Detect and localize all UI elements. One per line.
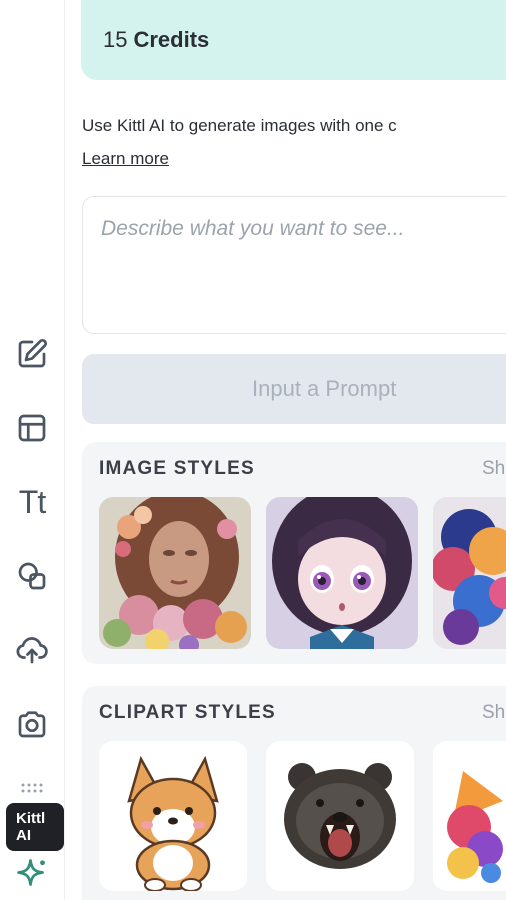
shapes-tool[interactable] — [10, 554, 54, 598]
learn-more-link[interactable]: Learn more — [82, 149, 169, 169]
text-tool[interactable]: Tt — [10, 480, 54, 524]
upload-tool[interactable] — [10, 628, 54, 672]
clipart-style-colorful-fox[interactable] — [433, 741, 506, 891]
image-style-anime[interactable] — [266, 497, 418, 649]
clipart-style-bear[interactable] — [266, 741, 414, 891]
layout-icon — [18, 414, 46, 442]
layout-tool[interactable] — [10, 406, 54, 450]
clipart-style-corgi[interactable] — [99, 741, 247, 891]
credits-label: Credits — [133, 27, 210, 52]
clipart-styles-title: CLIPART STYLES — [99, 702, 276, 723]
flower-portrait-thumbnail — [99, 497, 251, 649]
image-styles-show-all[interactable]: Sh — [482, 458, 505, 480]
corgi-sticker-thumbnail — [127, 755, 219, 891]
text-icon: Tt — [18, 483, 46, 520]
clipart-styles-section: CLIPART STYLES Sh — [82, 686, 506, 900]
tool-rail: Tt Kittl AI — [0, 0, 65, 900]
intro-text: Use Kittl AI to generate images with one… — [82, 116, 397, 135]
kittl-ai-tool[interactable] — [10, 852, 54, 896]
bear-sticker-thumbnail — [284, 763, 396, 869]
image-style-colorful-portrait[interactable] — [433, 497, 506, 649]
ai-image-panel: Tt Kittl AI 15 Credits Use Kittl AI to g… — [0, 0, 506, 900]
kittl-ai-tooltip: Kittl AI — [6, 803, 64, 851]
colorful-portrait-thumbnail — [433, 497, 506, 649]
clipart-styles-show-all[interactable]: Sh — [482, 702, 505, 724]
colorful-fox-thumbnail — [447, 771, 503, 883]
edit-icon — [18, 338, 48, 368]
anime-girl-thumbnail — [266, 497, 418, 649]
image-styles-section: IMAGE STYLES Sh — [82, 442, 506, 664]
credits-banner: 15 Credits — [81, 0, 506, 80]
credits-count: 15 — [103, 27, 128, 52]
sparkle-icon — [17, 859, 45, 886]
dots-grid-icon — [21, 783, 43, 793]
image-styles-title: IMAGE STYLES — [99, 458, 255, 479]
prompt-input[interactable] — [82, 196, 506, 334]
upload-icon — [16, 637, 48, 664]
more-tools[interactable] — [10, 778, 54, 798]
generate-button[interactable]: Input a Prompt — [82, 354, 506, 424]
image-style-flower-portrait[interactable] — [99, 497, 251, 649]
photo-tool[interactable] — [10, 702, 54, 746]
camera-icon — [18, 711, 46, 738]
edit-tool[interactable] — [10, 332, 54, 376]
shapes-icon — [18, 562, 46, 590]
